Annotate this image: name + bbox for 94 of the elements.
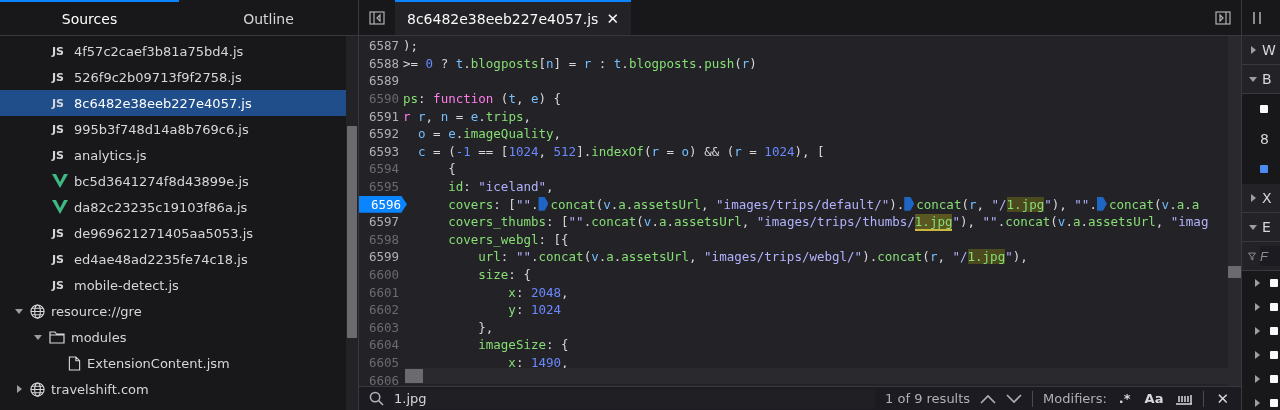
code-line: imageSize: { xyxy=(477,337,569,353)
code-line: covers_webgl: [{ xyxy=(447,231,569,247)
tree-item[interactable]: JS de969621271405aa5053.js xyxy=(0,220,346,246)
collapsed-triangle-icon[interactable] xyxy=(1252,302,1262,312)
expanded-triangle-icon[interactable] xyxy=(1248,74,1258,84)
vue-file-icon xyxy=(52,200,68,214)
js-file-icon: JS xyxy=(52,44,68,58)
tree-item[interactable]: JS 526f9c2b09713f9f2758.js xyxy=(0,64,346,90)
file-tab[interactable]: 8c6482e38eeb227e4057.js ✕ xyxy=(395,0,631,35)
search-icon xyxy=(369,391,384,406)
toggle-sidebar-icon[interactable] xyxy=(369,9,385,26)
code-line: x: 1490, xyxy=(507,355,569,370)
code-line: covers_thumbs: ["".concat(v.a.assetsUrl, "images/trips/thumbs/1.jpg"), "".concat(v.a.assetsUrl, "imag xyxy=(447,214,1209,230)
section-header[interactable]: B xyxy=(1262,71,1272,87)
js-file-icon: JS xyxy=(52,70,68,84)
results-count: 1 of 9 results xyxy=(885,391,971,406)
code-line: ps: function (t, e) { xyxy=(403,91,562,107)
checkbox[interactable] xyxy=(1270,279,1278,287)
document-icon xyxy=(68,355,81,371)
match-case-toggle[interactable]: Aa xyxy=(1142,391,1166,406)
code-line: id: "iceland", xyxy=(447,179,554,195)
tree-item[interactable]: JS 8c6482e38eeb227e4057.js xyxy=(0,90,346,116)
tree-item[interactable]: ExtensionContent.jsm xyxy=(0,350,346,376)
code-line: }, xyxy=(477,319,494,335)
vertical-scrollbar[interactable] xyxy=(1228,36,1241,386)
code-line: o = e.imageQuality, xyxy=(417,126,562,142)
tree-item[interactable]: bc5d3641274f8d43899e.js xyxy=(0,168,346,194)
js-file-icon: JS xyxy=(52,252,68,266)
code-line: { xyxy=(447,161,456,177)
toggle-panel-icon[interactable] xyxy=(1215,9,1231,26)
tree-item[interactable]: travelshift.com xyxy=(0,376,346,402)
checkbox[interactable] xyxy=(1270,351,1278,359)
checkbox[interactable] xyxy=(1260,105,1268,113)
code-line: c = (-1 == [1024, 512].indexOf(r = o) && (r = 1024), [ xyxy=(417,143,825,159)
collapsed-triangle-icon[interactable] xyxy=(14,384,24,394)
vue-file-icon xyxy=(52,174,68,188)
chevron-down-icon[interactable] xyxy=(1006,393,1023,404)
code-line: ); xyxy=(403,38,419,54)
js-file-icon: JS xyxy=(52,148,68,162)
js-file-icon: JS xyxy=(52,278,68,292)
section-header[interactable]: X xyxy=(1262,190,1272,206)
line-number[interactable]: 6596 xyxy=(359,195,407,213)
tree-item[interactable]: modules xyxy=(0,324,346,350)
close-search-button[interactable]: ✕ xyxy=(1214,389,1231,408)
filter-field[interactable]: F xyxy=(1260,246,1280,266)
checkbox[interactable] xyxy=(1270,327,1278,335)
section-header[interactable]: E xyxy=(1262,219,1271,235)
close-icon[interactable]: ✕ xyxy=(606,9,619,28)
chevron-up-icon[interactable] xyxy=(980,393,997,404)
modifiers-label: Modifiers: xyxy=(1043,391,1107,406)
tree-item[interactable]: JS mobile-detect.js xyxy=(0,272,346,298)
tree-item[interactable]: JS ed4ae48ad2235fe74c18.js xyxy=(0,246,346,272)
code-line: >= 0 ? t.blogposts[n] = r : t.blogposts.push(r) xyxy=(403,55,757,71)
code-line: r r, n = e.trips, xyxy=(403,108,531,124)
checkbox[interactable] xyxy=(1260,165,1268,173)
collapsed-triangle-icon[interactable] xyxy=(1248,193,1258,203)
code-line: covers: ["". concat(v.a.assetsUrl, "images/trips/default/"). concat(r, "/1.jpg"), "". concat(v.a.a xyxy=(447,196,1200,212)
tree-item[interactable]: JS 4f57c2caef3b81a75bd4.js xyxy=(0,38,346,64)
collapsed-triangle-icon[interactable] xyxy=(1252,278,1262,288)
globe-icon xyxy=(30,303,45,319)
collapsed-triangle-icon[interactable] xyxy=(1252,398,1262,408)
expanded-triangle-icon[interactable] xyxy=(1248,222,1258,232)
horizontal-scrollbar[interactable] xyxy=(405,368,1228,384)
checkbox[interactable] xyxy=(1270,399,1278,407)
regex-toggle[interactable]: .* xyxy=(1116,391,1133,406)
collapsed-triangle-icon[interactable] xyxy=(1252,350,1262,360)
search-field[interactable]: 1.jpg xyxy=(394,388,876,409)
tree-item[interactable]: resource://gre xyxy=(0,298,346,324)
checkbox[interactable] xyxy=(1270,303,1278,311)
tree-item[interactable]: JS analytics.js xyxy=(0,142,346,168)
tree-item[interactable]: JS 995b3f748d14a8b769c6.js xyxy=(0,116,346,142)
panel-tab[interactable]: Sources xyxy=(0,0,179,35)
pause-icon[interactable] xyxy=(1252,10,1262,25)
tree-item[interactable]: da82c23235c19103f86a.js xyxy=(0,194,346,220)
folder-icon xyxy=(49,330,65,344)
expanded-triangle-icon[interactable] xyxy=(33,332,43,342)
collapsed-triangle-icon[interactable] xyxy=(1252,374,1262,384)
collapsed-triangle-icon[interactable] xyxy=(1248,45,1258,55)
collapsed-triangle-icon[interactable] xyxy=(1252,326,1262,336)
js-file-icon: JS xyxy=(52,96,68,110)
breakpoint-file-label: 8 xyxy=(1260,131,1269,147)
code-line: y: 1024 xyxy=(507,302,562,318)
code-line: url: "".concat(v.a.assetsUrl, "images/trips/webgl/").concat(r, "/1.jpg"), xyxy=(477,249,1028,265)
file-tab-label: 8c6482e38eeb227e4057.js xyxy=(407,10,599,27)
checkbox[interactable] xyxy=(1270,375,1278,383)
code-line: size: { xyxy=(477,267,531,282)
js-file-icon: JS xyxy=(52,226,68,240)
js-file-icon: JS xyxy=(52,122,68,136)
code-line: x: 2048, xyxy=(507,284,569,300)
globe-icon xyxy=(30,381,45,397)
panel-tab[interactable]: Outline xyxy=(179,0,358,35)
expanded-triangle-icon[interactable] xyxy=(14,306,24,316)
scrollbar[interactable] xyxy=(346,36,358,410)
filter-icon xyxy=(1248,249,1256,263)
